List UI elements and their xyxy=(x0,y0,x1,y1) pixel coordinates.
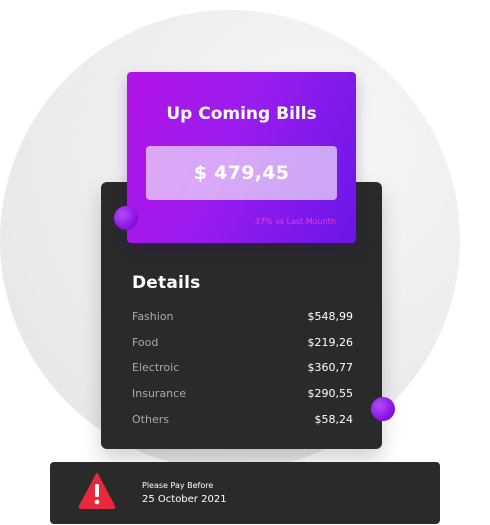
alert-date: 25 October 2021 xyxy=(142,494,227,505)
detail-label: Electroic xyxy=(132,360,180,374)
alert-label: Please Pay Before xyxy=(142,481,214,490)
bills-title: Up Coming Bills xyxy=(166,104,317,124)
detail-label: Insurance xyxy=(132,386,186,400)
detail-value: $290,55 xyxy=(307,386,354,400)
detail-row-fashion: Fashion $548,99 xyxy=(132,307,353,325)
detail-value: $219,26 xyxy=(307,335,354,349)
detail-value: $360,77 xyxy=(307,360,354,374)
detail-row-electronic: Electroic $360,77 xyxy=(132,358,353,376)
warning-icon xyxy=(78,473,116,509)
decorative-dot xyxy=(114,206,138,230)
detail-row-insurance: Insurance $290,55 xyxy=(132,384,353,402)
comparison-text: 37% vs Last Mounth xyxy=(254,217,336,226)
detail-label: Food xyxy=(132,335,159,349)
detail-value: $548,99 xyxy=(307,309,354,323)
detail-row-food: Food $219,26 xyxy=(132,333,353,351)
bills-amount: $ 479,45 xyxy=(146,146,337,200)
upcoming-bills-card[interactable]: Up Coming Bills $ 479,45 37% vs Last Mou… xyxy=(127,72,356,243)
detail-label: Others xyxy=(132,412,169,426)
detail-row-others: Others $58,24 xyxy=(132,410,353,428)
decorative-dot xyxy=(371,397,395,421)
payment-alert[interactable]: Please Pay Before 25 October 2021 xyxy=(50,462,440,524)
detail-value: $58,24 xyxy=(314,412,354,426)
details-title: Details xyxy=(132,273,201,293)
detail-label: Fashion xyxy=(132,309,174,323)
